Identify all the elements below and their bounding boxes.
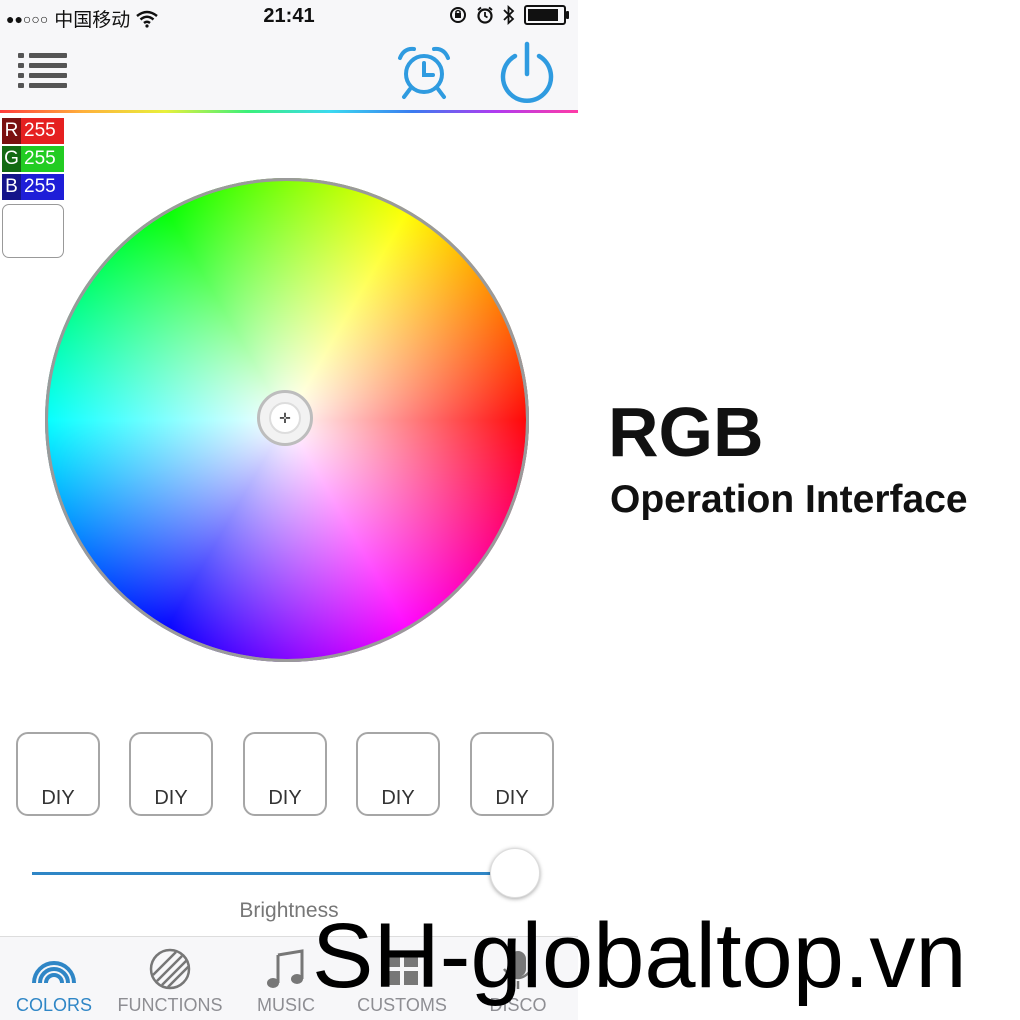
green-label: G xyxy=(2,146,21,172)
status-right xyxy=(448,5,569,25)
tab-functions-label: FUNCTIONS xyxy=(117,995,223,1015)
diy-button-2[interactable]: DIY xyxy=(129,732,213,816)
diy-button-3[interactable]: DIY xyxy=(243,732,327,816)
nav-bar xyxy=(0,34,578,110)
striped-circle-icon xyxy=(149,948,191,990)
diy-label: DIY xyxy=(41,787,75,809)
red-label: R xyxy=(2,118,21,144)
diy-presets: DIY DIY DIY DIY DIY xyxy=(16,732,576,822)
color-wheel[interactable]: ✛ xyxy=(45,178,529,662)
crosshair-icon: ✛ xyxy=(279,410,291,426)
phone-screen: ●●○○○ 中国移动 21:41 R 255 G 255 B 255 ✛ DIY… xyxy=(0,0,578,1020)
brightness-slider[interactable] xyxy=(32,848,542,900)
rainbow-icon xyxy=(32,961,76,984)
red-readout: R 255 xyxy=(2,118,64,144)
blue-label: B xyxy=(2,174,21,200)
tab-colors-label: COLORS xyxy=(15,995,93,1015)
red-value: 255 xyxy=(21,118,64,144)
green-value: 255 xyxy=(21,146,64,172)
alarm-status-icon xyxy=(477,6,493,24)
status-bar: ●●○○○ 中国移动 21:41 xyxy=(0,0,578,34)
rotation-lock-icon xyxy=(450,7,466,23)
promo-subtitle: Operation Interface xyxy=(610,478,968,521)
header-divider xyxy=(0,110,578,113)
watermark-text: SH-globaltop.vn xyxy=(312,905,967,1007)
diy-button-4[interactable]: DIY xyxy=(356,732,440,816)
brightness-track xyxy=(32,872,502,875)
promo-title: RGB xyxy=(608,393,764,471)
brightness-thumb[interactable] xyxy=(490,848,540,898)
tab-colors[interactable]: COLORS xyxy=(6,937,102,1020)
diy-label: DIY xyxy=(268,787,302,809)
bluetooth-icon xyxy=(503,5,515,25)
diy-label: DIY xyxy=(495,787,529,809)
battery-icon xyxy=(524,5,569,25)
green-readout: G 255 xyxy=(2,146,64,172)
diy-button-1[interactable]: DIY xyxy=(16,732,100,816)
color-picker-handle[interactable]: ✛ xyxy=(257,390,313,446)
diy-label: DIY xyxy=(154,787,188,809)
diy-button-5[interactable]: DIY xyxy=(470,732,554,816)
tab-functions[interactable]: FUNCTIONS xyxy=(112,937,228,1020)
diy-label: DIY xyxy=(381,787,415,809)
alarm-clock-icon[interactable] xyxy=(396,44,452,100)
power-icon[interactable] xyxy=(497,40,557,106)
menu-list-icon[interactable] xyxy=(18,52,70,92)
